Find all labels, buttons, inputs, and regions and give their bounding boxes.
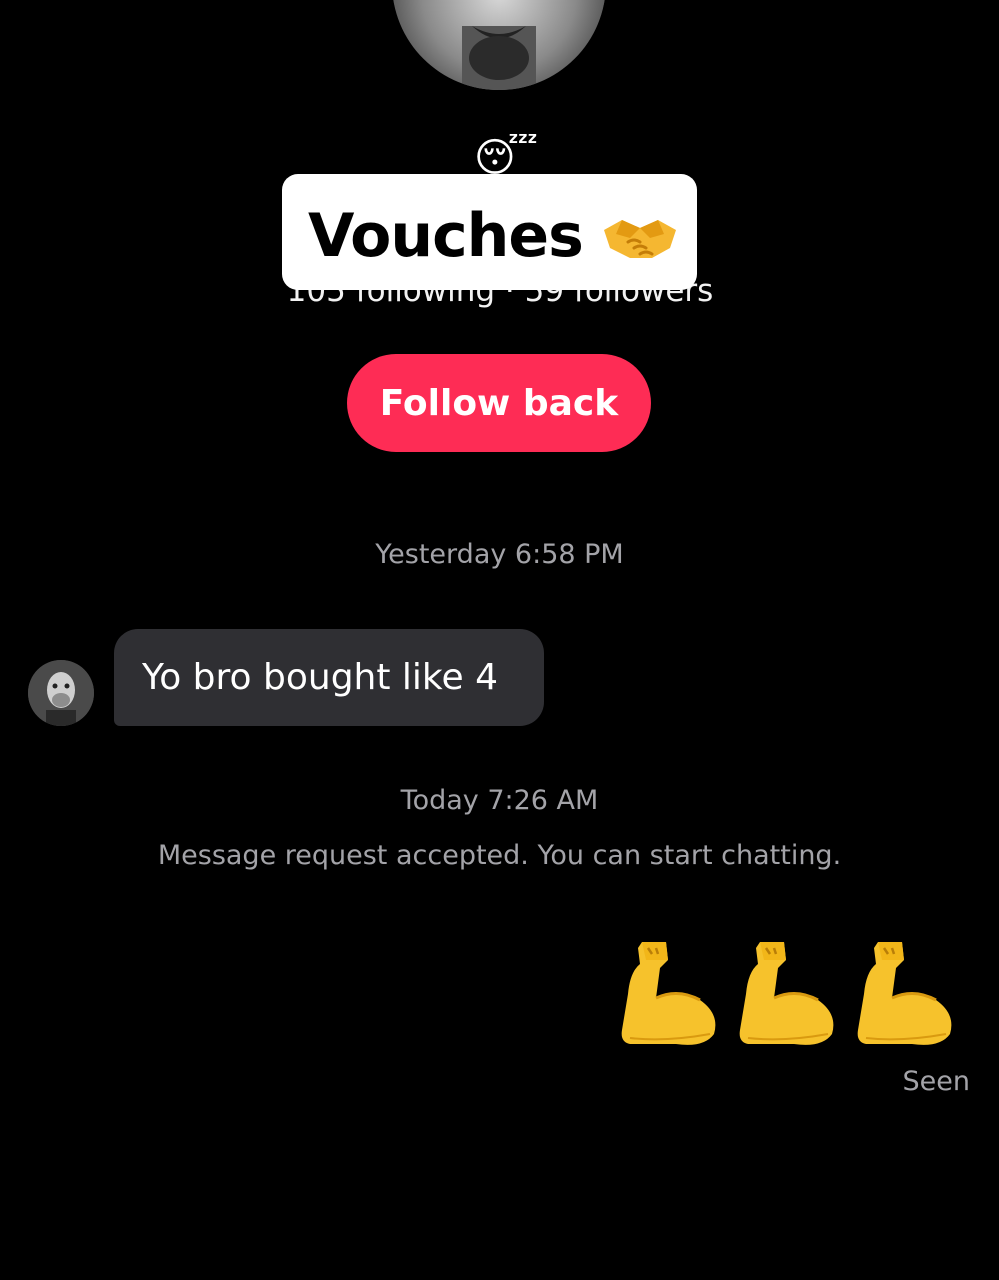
seen-status: Seen [902,1066,970,1097]
timestamp-yesterday: Yesterday 6:58 PM [375,539,624,570]
handshake-icon [600,208,680,268]
flexed-biceps-icon[interactable] [734,938,842,1050]
timestamp-today: Today 7:26 AM [400,785,599,816]
system-message: Message request accepted. You can start … [157,840,842,871]
sender-avatar[interactable] [28,660,94,726]
incoming-message-text: Yo bro bought like 4 [142,657,498,698]
flexed-biceps-icon[interactable] [852,938,960,1050]
profile-avatar[interactable] [392,0,606,90]
vouches-sticker-text: Vouches [308,201,584,271]
flexed-biceps-icon[interactable] [616,938,724,1050]
follow-back-button[interactable]: Follow back [347,354,651,452]
